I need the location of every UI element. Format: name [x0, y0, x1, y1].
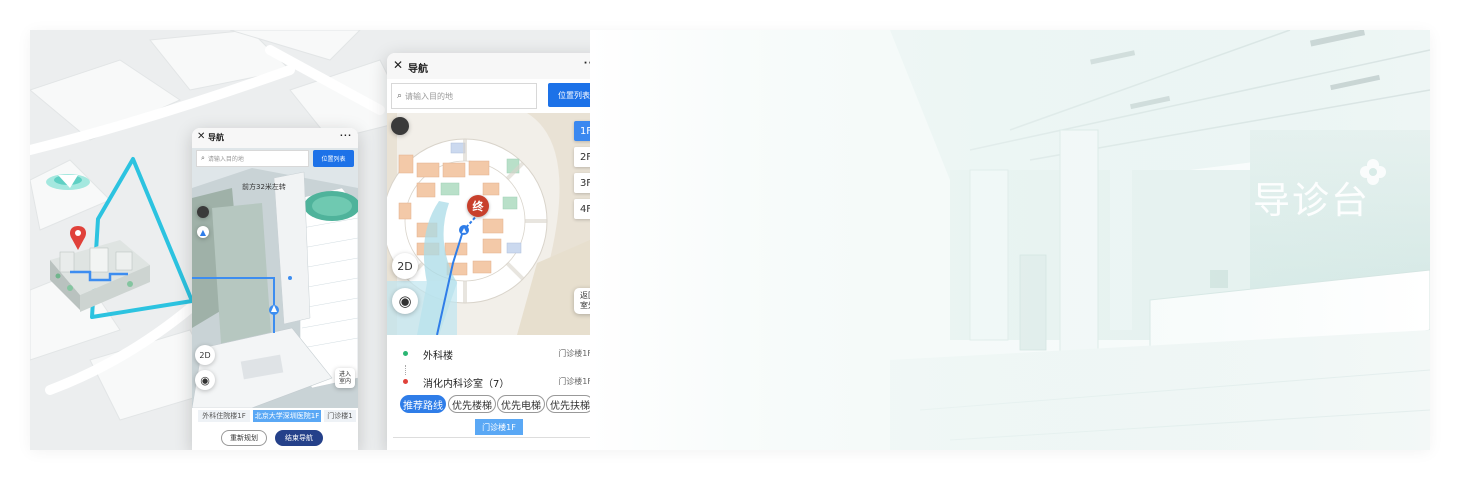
search-icon: ⌕: [201, 154, 205, 162]
small-phone-3d-map[interactable]: 前方32米左转 ▲ 2D ◉ 进入 室内: [192, 148, 358, 408]
search-input[interactable]: ⌕ 请输入目的地: [196, 150, 309, 167]
page-title: 导航: [208, 133, 224, 142]
reception-desk-sign: 导诊台: [1253, 179, 1370, 222]
destination-name: 消化内科诊室（7）: [423, 379, 510, 390]
pin-icon: [70, 226, 86, 250]
search-placeholder: 请输入目的地: [207, 156, 244, 163]
end-navigation-button[interactable]: 结束导航: [275, 430, 323, 446]
navigation-arrow-icon[interactable]: ▲: [197, 226, 209, 238]
search-icon: ⌕: [397, 91, 403, 101]
route-option-escalator[interactable]: 优先扶梯: [546, 395, 594, 413]
origin-floor: 门诊楼1F: [558, 349, 592, 358]
route-tags: 外科住院楼1F 北京大学深圳医院1F 门诊楼1: [192, 410, 358, 424]
enter-indoor-button[interactable]: 进入 室内: [335, 368, 355, 388]
route-panel: 外科楼 门诊楼1F 消化内科诊室（7） 门诊楼1F 推荐路线 优先楼梯 优先电梯…: [387, 339, 606, 450]
navigation-arrow-icon: ▲: [459, 225, 469, 235]
floor-tab[interactable]: 门诊楼1F: [475, 419, 523, 435]
search-input[interactable]: ⌕ 请输入目的地: [391, 83, 537, 109]
destination-floor: 门诊楼1F: [558, 377, 592, 386]
compass-icon[interactable]: [197, 206, 209, 218]
turn-hint: 前方32米左转: [242, 183, 286, 191]
locate-icon[interactable]: ◉: [195, 370, 215, 390]
page-title: 导航: [408, 64, 428, 75]
mode-2d-button[interactable]: 2D: [195, 345, 215, 365]
origin-name: 外科楼: [423, 351, 453, 362]
route-option-stairs[interactable]: 优先楼梯: [448, 395, 496, 413]
route-option-recommended[interactable]: 推荐路线: [400, 395, 446, 413]
more-icon[interactable]: ···: [340, 131, 352, 140]
panel-divider: [393, 437, 600, 438]
replan-button[interactable]: 重新规划: [221, 430, 267, 446]
origin-dot: [403, 351, 408, 356]
hospital-lobby-illustration: [590, 30, 1430, 450]
hero-banner: ✕ 导航 ··· 前方32米左转 ▲ 2D ◉ 进入 室内 ⌕ 请输入目的地 位…: [30, 30, 1430, 450]
search-placeholder: 请输入目的地: [405, 91, 454, 101]
small-phone-header: ✕ 导航 ···: [192, 128, 358, 148]
compass-icon[interactable]: [391, 117, 409, 135]
large-phone-screen: ✕ 导航 ··· ⌕ 请输入目的地 位置列表: [387, 53, 606, 450]
location-list-button[interactable]: 位置列表: [313, 150, 354, 167]
indoor-floor-map[interactable]: 终 ▲ 1F 2F 3F 4F 2D ◉ 返回 室外: [387, 113, 606, 335]
small-phone-screen: ✕ 导航 ··· 前方32米左转 ▲ 2D ◉ 进入 室内 ⌕ 请输入目的地 位…: [192, 128, 358, 450]
locate-icon[interactable]: ◉: [392, 288, 418, 314]
route-tag-2[interactable]: 门诊楼1: [324, 410, 356, 422]
route-tag-1[interactable]: 北京大学深圳医院1F: [253, 410, 321, 422]
building-cluster: [50, 240, 150, 312]
route-option-elevator[interactable]: 优先电梯: [497, 395, 545, 413]
end-marker-pin: 终: [467, 195, 489, 217]
end-marker-label: 终: [472, 200, 484, 213]
close-icon[interactable]: ✕: [393, 58, 403, 72]
destination-row[interactable]: 消化内科诊室（7） 门诊楼1F: [387, 373, 606, 393]
destination-dot: [403, 379, 408, 384]
large-phone-header: ✕ 导航 ···: [387, 53, 606, 79]
route-tag-0[interactable]: 外科住院楼1F: [198, 410, 250, 422]
origin-row[interactable]: 外科楼 门诊楼1F: [387, 345, 606, 365]
mode-2d-button[interactable]: 2D: [392, 253, 418, 279]
close-icon[interactable]: ✕: [197, 131, 205, 142]
